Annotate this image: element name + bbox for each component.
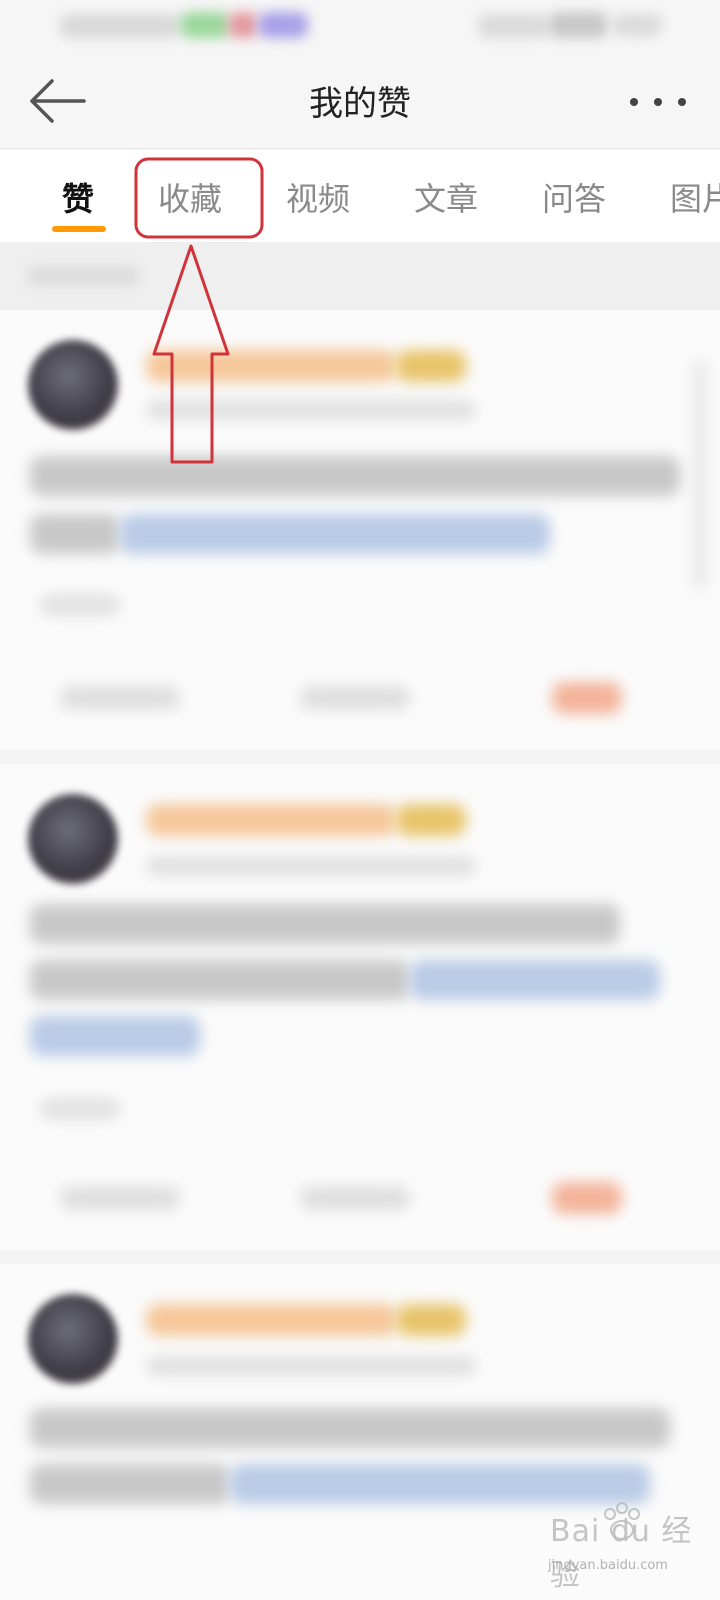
blurred-content-line [30,1464,230,1504]
blurred-username [146,1304,396,1336]
blurred-link [410,960,660,1000]
status-left-blur [60,14,180,38]
blurred-username [146,804,396,836]
avatar[interactable] [28,1294,118,1384]
blurred-content-line [30,514,120,554]
status-blob-purple [258,12,308,38]
blurred-username [146,350,396,382]
blurred-like-action [552,682,622,714]
clock-blur [612,14,662,36]
tab-articles[interactable]: 文章 [414,174,478,220]
tab-likes[interactable]: 赞 [62,174,94,220]
blurred-meta [146,856,476,876]
tab-bar: 赞 收藏 视频 文章 问答 图片 [0,150,720,242]
blurred-link [230,1464,650,1504]
blurred-action [60,686,180,710]
status-right-blur [478,14,548,38]
blurred-meta [146,400,476,420]
blurred-content-line [30,1408,670,1448]
avatar[interactable] [28,794,118,884]
tab-qa[interactable]: 问答 [542,174,606,220]
blurred-link [30,1016,200,1056]
blurred-tag [40,1098,120,1120]
blurred-badges [396,1304,466,1336]
blurred-meta [146,1356,476,1376]
blurred-badges [396,804,466,836]
blurred-action [60,1186,180,1210]
more-button[interactable] [628,88,688,116]
status-blob-green [180,12,230,38]
blurred-action [300,686,410,710]
section-header-blurred-text [28,266,138,286]
blurred-tag [40,594,120,616]
top-app-bar: 我的赞 [0,52,720,149]
feed-card[interactable] [0,764,720,1250]
feed-card[interactable] [0,310,720,750]
tab-images[interactable]: 图片 [670,174,720,220]
blurred-scroll-hint [694,360,706,590]
blurred-badges [396,350,466,382]
tab-videos[interactable]: 视频 [286,174,350,220]
status-bar [0,0,720,52]
feed-list [0,242,720,1600]
status-blob-red [228,12,258,38]
tab-favorites[interactable]: 收藏 [158,174,222,220]
more-horizontal-icon [630,98,686,106]
blurred-content-line [30,904,620,944]
avatar[interactable] [28,340,118,430]
blurred-like-action [552,1182,622,1214]
active-tab-indicator [52,226,106,232]
blurred-action [300,1186,410,1210]
blurred-link [120,514,550,554]
watermark-brand: Bai du 经验 [550,1514,693,1593]
page-title: 我的赞 [309,84,411,124]
watermark-site: jingyan.baidu.com [548,1558,668,1573]
battery-blur [548,12,608,38]
watermark: Bai du 经验 jingyan.baidu.com [548,1502,698,1593]
feed-section-header [0,242,720,310]
blurred-content-line [30,456,680,496]
blurred-content-line [30,960,410,1000]
